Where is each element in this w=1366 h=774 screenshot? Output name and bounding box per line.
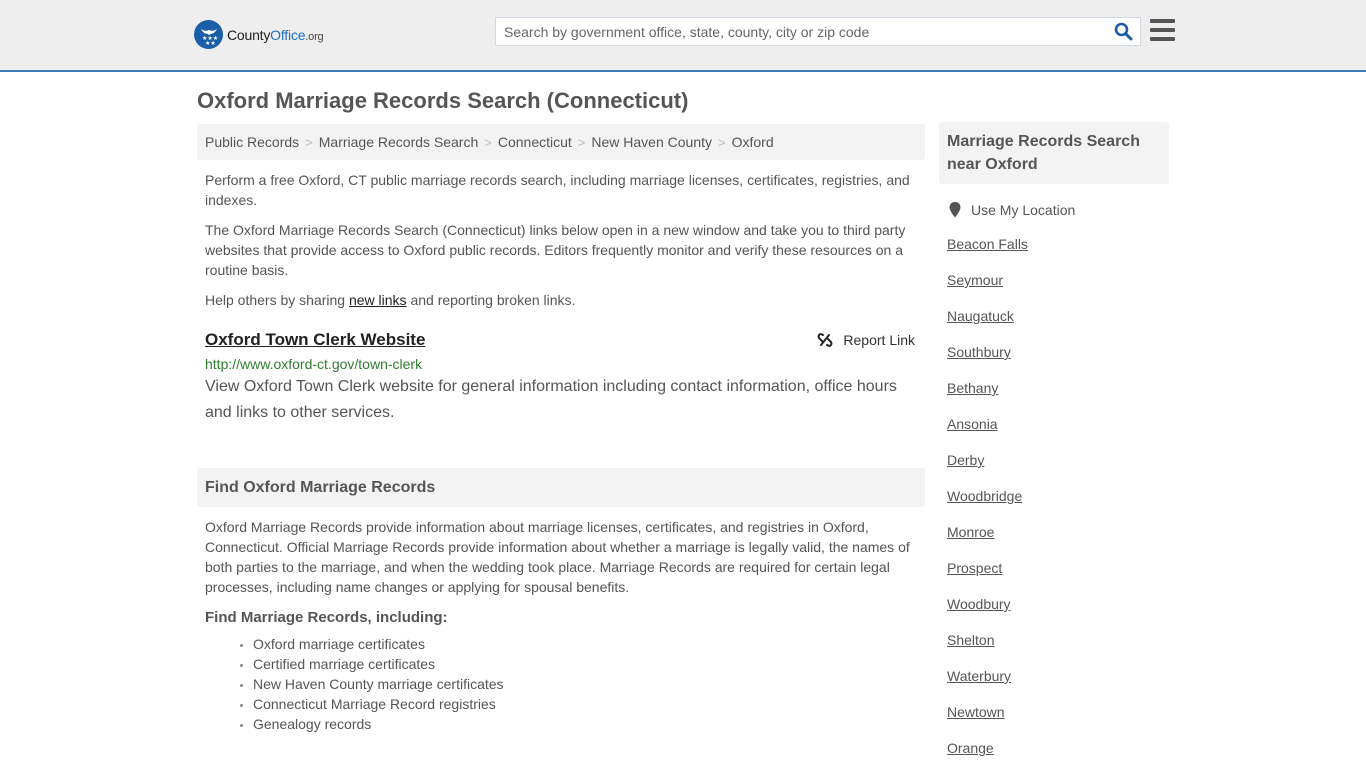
logo-text: CountyOffice.org [227, 26, 324, 43]
nearby-place-link[interactable]: Orange [947, 740, 994, 756]
map-marker-icon [949, 202, 961, 218]
list-item: Genealogy records [253, 714, 917, 734]
search-button[interactable] [1106, 18, 1140, 45]
intro-paragraph: The Oxford Marriage Records Search (Conn… [205, 222, 906, 278]
breadcrumb-connecticut[interactable]: Connecticut [498, 134, 572, 150]
nearby-place-link[interactable]: Prospect [947, 560, 1002, 576]
menu-bar [1150, 19, 1175, 23]
nearby-place-link[interactable]: Woodbury [947, 596, 1011, 612]
page-title: Oxford Marriage Records Search (Connecti… [197, 88, 689, 113]
nearby-place-link[interactable]: Woodbridge [947, 488, 1022, 504]
nearby-places-list: Beacon Falls Seymour Naugatuck Southbury… [939, 234, 1169, 774]
report-link-button[interactable]: Report Link [817, 332, 915, 348]
list-item: Connecticut Marriage Record registries [253, 694, 917, 714]
new-links-link[interactable]: new links [349, 292, 407, 308]
logo-eagle-icon: ★★★ ★★ [194, 20, 223, 49]
breadcrumb-separator: > [305, 134, 313, 150]
svg-text:★★: ★★ [205, 40, 216, 46]
main-content: Public Records > Marriage Records Search… [197, 124, 925, 734]
breadcrumb-separator: > [484, 134, 492, 150]
nearby-place-link[interactable]: Monroe [947, 524, 994, 540]
broken-link-icon [817, 333, 833, 347]
intro-paragraph: Perform a free Oxford, CT public marriag… [205, 172, 910, 208]
find-records-subheading: Find Marriage Records, including: [205, 609, 448, 626]
sidebar: Marriage Records Search near Oxford Use … [939, 122, 1169, 774]
breadcrumb-public-records[interactable]: Public Records [205, 134, 299, 150]
breadcrumb-separator: > [577, 134, 586, 150]
nearby-place-link[interactable]: Seymour [947, 272, 1003, 288]
list-item: New Haven County marriage certificates [253, 674, 917, 694]
resource-description: View Oxford Town Clerk website for gener… [205, 378, 897, 421]
site-header: ★★★ ★★ CountyOffice.org [0, 0, 1366, 72]
search-input[interactable] [496, 18, 1106, 45]
breadcrumb-separator: > [718, 134, 726, 150]
nearby-place-link[interactable]: Shelton [947, 632, 994, 648]
find-records-heading: Find Oxford Marriage Records [197, 468, 925, 507]
nearby-place-link[interactable]: Derby [947, 452, 984, 468]
search-bar [495, 17, 1141, 46]
breadcrumb-oxford[interactable]: Oxford [732, 134, 774, 150]
use-my-location-link[interactable]: Use My Location [971, 202, 1075, 218]
site-logo[interactable]: ★★★ ★★ CountyOffice.org [194, 20, 324, 49]
menu-bar [1150, 28, 1175, 32]
breadcrumb-new-haven-county[interactable]: New Haven County [591, 134, 712, 150]
nearby-place-link[interactable]: Waterbury [947, 668, 1011, 684]
list-item: Oxford marriage certificates [253, 634, 917, 654]
records-list: Oxford marriage certificates Certified m… [205, 634, 917, 734]
list-item: Certified marriage certificates [253, 654, 917, 674]
nearby-place-link[interactable]: Newtown [947, 704, 1005, 720]
sidebar-heading: Marriage Records Search near Oxford [939, 122, 1169, 184]
find-records-paragraph: Oxford Marriage Records provide informat… [205, 519, 910, 595]
find-records-section: Oxford Marriage Records provide informat… [197, 517, 925, 734]
nearby-place-link[interactable]: Southbury [947, 344, 1011, 360]
nearby-place-link[interactable]: Ansonia [947, 416, 998, 432]
menu-bar [1150, 37, 1175, 41]
breadcrumb-marriage-records-search[interactable]: Marriage Records Search [319, 134, 479, 150]
resource-url-link[interactable]: http://www.oxford-ct.gov/town-clerk [205, 356, 917, 372]
intro-section: Perform a free Oxford, CT public marriag… [197, 170, 925, 310]
nearby-place-link[interactable]: Beacon Falls [947, 236, 1028, 252]
share-links-paragraph: Help others by sharing new links and rep… [205, 292, 576, 308]
search-icon [1114, 22, 1132, 41]
nearby-place-link[interactable]: Naugatuck [947, 308, 1014, 324]
breadcrumb: Public Records > Marriage Records Search… [197, 124, 925, 160]
resource-item: Oxford Town Clerk Website Report Link ht… [197, 330, 925, 426]
use-location-row: Use My Location [939, 202, 1169, 218]
hamburger-menu-button[interactable] [1150, 19, 1175, 41]
nearby-place-link[interactable]: Bethany [947, 380, 998, 396]
resource-title-link[interactable]: Oxford Town Clerk Website [205, 330, 425, 350]
report-link-label: Report Link [843, 332, 915, 348]
